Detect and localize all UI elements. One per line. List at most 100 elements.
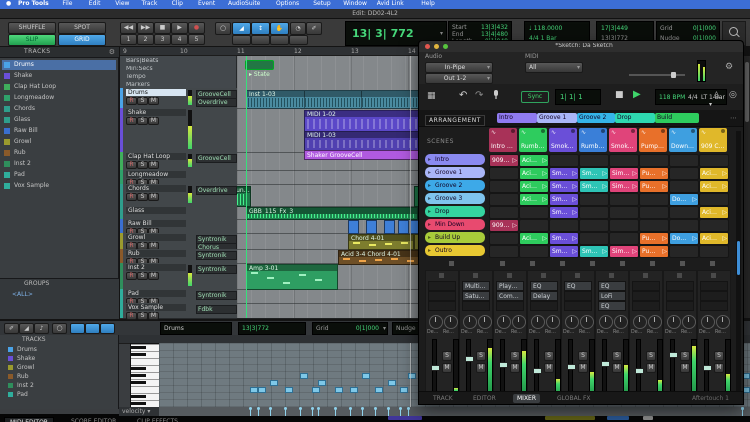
track-name[interactable]: Inst 2 bbox=[126, 264, 186, 271]
record-icon[interactable]: ● bbox=[188, 22, 205, 34]
memory-location-1[interactable]: 1 bbox=[120, 34, 137, 45]
menu-item-clip[interactable]: Clip bbox=[172, 1, 183, 7]
midi-note[interactable] bbox=[350, 387, 358, 393]
midi-note[interactable] bbox=[300, 373, 308, 379]
clip-play-icon[interactable]: ▷ bbox=[602, 183, 607, 190]
insert-slot-empty[interactable] bbox=[564, 291, 592, 301]
output-volume-slider[interactable] bbox=[629, 74, 685, 76]
sketch-tab-global-fx[interactable]: GLOBAL FX bbox=[553, 394, 595, 403]
insert-slot-empty[interactable] bbox=[632, 301, 660, 311]
mute-button[interactable]: M bbox=[148, 193, 159, 201]
empty-cell[interactable] bbox=[519, 206, 549, 219]
scene-min-down[interactable]: ▸Min Down bbox=[425, 219, 485, 230]
insert-slot-empty[interactable] bbox=[666, 301, 694, 311]
sync-button[interactable]: Sync bbox=[521, 91, 549, 103]
group-item[interactable]: <ALL> bbox=[12, 291, 33, 298]
note-icon[interactable]: ♪ bbox=[34, 323, 49, 334]
clip-block[interactable] bbox=[366, 220, 377, 234]
clip-play-icon[interactable]: ▷ bbox=[722, 183, 727, 190]
clip-cell[interactable]: Acid Crash 2▷ bbox=[699, 232, 729, 245]
solo-button[interactable]: S bbox=[680, 351, 690, 361]
menu-item-setup[interactable]: Setup bbox=[313, 1, 330, 7]
mode-shuffle-button[interactable]: SHUFFLE bbox=[8, 22, 56, 34]
delay-send-knob[interactable] bbox=[701, 315, 715, 329]
midi-track-item[interactable]: Growl bbox=[8, 364, 112, 372]
empty-cell[interactable] bbox=[549, 219, 579, 232]
clip-cell[interactable]: PumpinShape▷ bbox=[639, 180, 669, 193]
empty-cell[interactable] bbox=[669, 180, 699, 193]
black-key[interactable] bbox=[131, 395, 146, 398]
clip-play-icon[interactable]: ▷ bbox=[512, 157, 517, 164]
empty-cell[interactable] bbox=[489, 206, 519, 219]
track-mute-dot[interactable] bbox=[721, 129, 725, 133]
velocity-stem[interactable] bbox=[350, 409, 351, 416]
insert-slot-empty[interactable] bbox=[700, 301, 728, 311]
scene-play-icon[interactable]: ▸ bbox=[428, 156, 431, 163]
insert-slot[interactable]: Saturation bbox=[462, 291, 490, 301]
settings-wrench-icon[interactable]: ⚙ bbox=[725, 62, 733, 72]
clip-play-icon[interactable]: ▷ bbox=[602, 248, 607, 255]
reverb-send-knob[interactable] bbox=[444, 315, 458, 329]
velocity-stem[interactable] bbox=[270, 409, 271, 416]
clip-cell[interactable]: Acid Crash 2▷ bbox=[699, 167, 729, 180]
record-arm-button[interactable]: R bbox=[126, 193, 137, 201]
clip-play-icon[interactable]: ▷ bbox=[722, 209, 727, 216]
insert-slot-empty[interactable] bbox=[428, 301, 456, 311]
midi-counter-display[interactable]: 13|3|772 bbox=[238, 322, 306, 335]
insert-slot[interactable]: PlayCell bbox=[496, 281, 524, 291]
chevron-down-icon[interactable]: ▾ bbox=[383, 325, 386, 332]
trim-tool-icon[interactable]: ◢ bbox=[19, 323, 34, 334]
clip-midinotes[interactable]: Amp 3-01 bbox=[246, 264, 338, 290]
clip-midinotes[interactable]: Chord 4-01 bbox=[348, 234, 414, 250]
solo-button[interactable]: S bbox=[646, 351, 656, 361]
arrangement-segment[interactable]: Groove 1 bbox=[537, 113, 577, 123]
empty-cell[interactable] bbox=[549, 154, 579, 167]
sidebar-item-vox-sample[interactable]: Vox Sample bbox=[2, 181, 116, 191]
midi-track-item[interactable]: Shake bbox=[8, 355, 112, 363]
empty-cell[interactable] bbox=[669, 206, 699, 219]
solo-button[interactable]: S bbox=[137, 161, 148, 169]
clip-play-icon[interactable]: ▷ bbox=[542, 157, 547, 164]
close-icon[interactable] bbox=[425, 44, 430, 49]
forward-icon[interactable]: ▶▶ bbox=[137, 22, 154, 34]
clip-cell[interactable]: SmokeLoop16▷ bbox=[579, 245, 609, 258]
empty-cell[interactable] bbox=[639, 193, 669, 206]
strip-select-square[interactable] bbox=[439, 273, 444, 278]
delay-send-knob[interactable] bbox=[429, 315, 443, 329]
midi-note[interactable] bbox=[270, 380, 278, 386]
track-header-glass[interactable]: Glass bbox=[120, 206, 237, 220]
reverb-send-knob[interactable] bbox=[648, 315, 662, 329]
empty-cell[interactable] bbox=[579, 232, 609, 245]
scene-build-up[interactable]: ▸Build Up bbox=[425, 232, 485, 243]
sketch-track-header-7[interactable]: ∿Downtown Bass bbox=[669, 128, 697, 152]
black-key[interactable] bbox=[131, 367, 146, 370]
track-mute-dot[interactable] bbox=[601, 129, 605, 133]
midi-note[interactable] bbox=[388, 380, 396, 386]
empty-cell[interactable] bbox=[639, 206, 669, 219]
fader-track[interactable] bbox=[704, 339, 709, 397]
mute-button[interactable]: M bbox=[680, 363, 690, 373]
empty-cell[interactable] bbox=[699, 245, 729, 258]
insert-slot[interactable]: EQ bbox=[564, 281, 592, 291]
velocity-stem[interactable] bbox=[300, 409, 301, 416]
insert-slot[interactable]: EQ bbox=[598, 281, 626, 291]
clip-cell[interactable]: DowntownBas▷ bbox=[669, 193, 699, 206]
dock-item[interactable] bbox=[388, 416, 422, 420]
insert-slot[interactable]: Syntronik bbox=[196, 291, 237, 300]
menu-item-view[interactable]: View bbox=[115, 1, 129, 7]
track-mute-dot[interactable] bbox=[691, 129, 695, 133]
pt-vertical-scrollbar[interactable] bbox=[744, 56, 750, 318]
reverb-send-knob[interactable] bbox=[682, 315, 696, 329]
track-name[interactable]: Shake bbox=[126, 109, 186, 116]
record-arm-button[interactable]: R bbox=[126, 117, 137, 125]
volume-slider-thumb[interactable] bbox=[671, 72, 676, 78]
clip-cell[interactable]: Smoke Kit 1▷ bbox=[549, 232, 579, 245]
black-key[interactable] bbox=[131, 374, 146, 377]
stop-clip-button[interactable] bbox=[680, 261, 685, 266]
ruler-name-tempo[interactable]: Tempo bbox=[126, 74, 226, 80]
velocity-lane[interactable] bbox=[159, 407, 750, 416]
midi-note[interactable] bbox=[258, 387, 266, 393]
clip-block[interactable] bbox=[398, 220, 409, 234]
insert-slot[interactable]: LoFi bbox=[598, 291, 626, 301]
track-header-drums[interactable]: DrumsRSMGrooveCellOverdrive bbox=[120, 88, 237, 109]
